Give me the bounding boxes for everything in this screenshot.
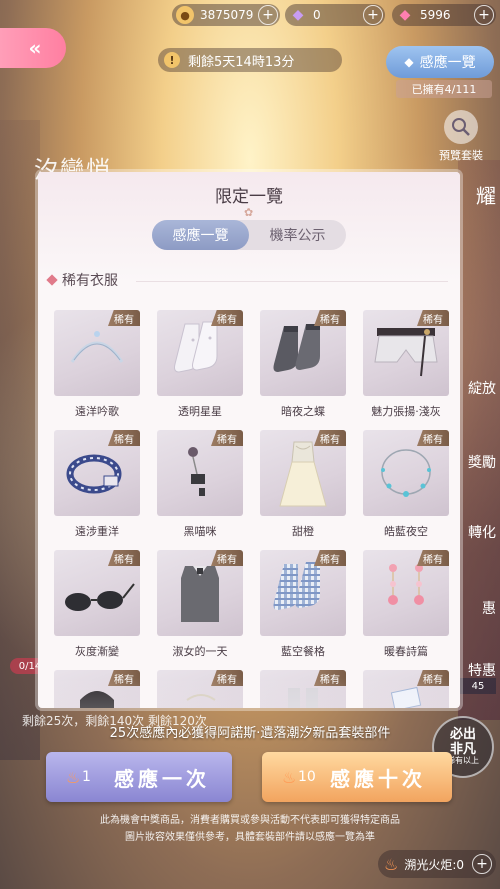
currency-gems: ◆ 0 +: [285, 4, 385, 26]
side-text-5[interactable]: 惠: [482, 598, 496, 618]
tab-probability[interactable]: 機率公示: [249, 220, 346, 250]
add-gems-button[interactable]: +: [363, 5, 383, 25]
item-card[interactable]: 稀有 暖春詩篇: [363, 550, 449, 659]
item-card[interactable]: 稀有 遠涉重洋: [54, 430, 140, 539]
item-card[interactable]: 稀有 遠洋吟歌: [54, 310, 140, 419]
purple-gem-icon: ◆: [292, 7, 304, 23]
item-thumbnail: 稀有: [54, 430, 140, 516]
item-name: 黑喵咪: [183, 525, 217, 538]
disclaimer-line-1: 此為機會中獎商品，消費者購買或參與活動不代表即可獲得特定商品: [100, 815, 400, 826]
item-thumbnail: 稀有: [157, 430, 243, 516]
item-name: 遠涉重洋: [75, 525, 119, 538]
side-text-2[interactable]: 綻放: [468, 378, 496, 398]
item-name: 透明星星: [178, 405, 222, 418]
back-icon: «: [28, 36, 42, 60]
modal-tabs: 感應一覽 機率公示: [152, 220, 346, 250]
item-thumbnail: 稀有: [157, 550, 243, 636]
item-card[interactable]: 稀有 淑女的一天: [157, 550, 243, 659]
summon-once-cost: 1: [82, 769, 91, 785]
diamond-icon: ◆: [404, 55, 414, 69]
item-thumbnail: 稀有: [363, 430, 449, 516]
item-name: 魅力張揚‧淺灰: [371, 405, 441, 418]
torch-counter: ♨ 溯光火炬:0 +: [378, 850, 496, 878]
preview-label: 預覽套裝: [439, 149, 483, 162]
pink-diamond-icon: ◆: [399, 7, 411, 23]
torch-icon: ♨: [66, 767, 81, 787]
disclaimer: 此為機會中獎商品，消費者購買或參與活動不代表即可獲得特定商品 圖片妝容效果僅供參…: [0, 812, 500, 846]
item-card[interactable]: 稀有魅力張揚‧淺灰: [363, 310, 449, 419]
event-timer: ! 剩餘5天14時13分: [158, 48, 342, 72]
add-coins-button[interactable]: +: [258, 5, 278, 25]
timer-text: 剩餘5天14時13分: [188, 54, 295, 70]
summon-list-label: 感應一覽: [419, 55, 476, 71]
item-thumbnail: 稀有: [363, 310, 449, 396]
item-name: 淑女的一天: [172, 645, 228, 658]
currency-diamonds: ◆ 5996 +: [392, 4, 496, 26]
item-card[interactable]: 稀有 皓藍夜空: [363, 430, 449, 539]
item-name: 灰度漸變: [75, 645, 119, 658]
item-name: 皓藍夜空: [384, 525, 428, 538]
disclaimer-line-2: 圖片妝容效果僅供參考，具體套裝部件請以感應一覽為準: [125, 832, 375, 843]
item-thumbnail: 稀有: [260, 430, 346, 516]
modal-title: 限定一覽: [215, 187, 283, 207]
item-card[interactable]: 稀有 黑喵咪: [157, 430, 243, 539]
summon-once-button[interactable]: ♨ 1 感應一次: [46, 752, 232, 802]
badge-line-2: 非凡: [449, 741, 476, 757]
background-right-panel: [458, 160, 500, 720]
item-thumbnail: 稀有: [54, 550, 140, 636]
item-name: 暖春詩篇: [384, 645, 428, 658]
item-thumbnail: 稀有: [157, 310, 243, 396]
badge-line-1: 必出: [449, 727, 476, 743]
summon-ten-label: 感應十次: [330, 766, 426, 791]
scroll-fade: [38, 678, 460, 708]
side-text-6[interactable]: 特惠: [468, 660, 496, 680]
add-torch-button[interactable]: +: [472, 854, 492, 874]
torch-icon: ♨: [384, 854, 399, 874]
preview-outfit-button[interactable]: 預覽套裝: [432, 110, 490, 163]
item-thumbnail: 稀有: [260, 550, 346, 636]
item-card[interactable]: 稀有 藍空餐格: [260, 550, 346, 659]
limited-list-modal: 限定一覽 ✿ 感應一覽 機率公示 稀有衣服 稀有 遠洋吟歌 稀有 透明星星 稀有 暗夜之蝶…: [38, 172, 460, 708]
section-heading: 稀有衣服: [46, 270, 118, 290]
side-text-3[interactable]: 獎勵: [468, 452, 496, 472]
item-thumbnail: 稀有: [260, 310, 346, 396]
item-thumbnail: 稀有: [54, 310, 140, 396]
side-text-1: 耀: [476, 184, 496, 208]
flower-ornament-icon: ✿: [244, 206, 254, 219]
diamond-bullet-icon: [46, 274, 58, 286]
section-title-text: 稀有衣服: [62, 273, 118, 289]
item-name: 甜橙: [292, 525, 314, 538]
item-card[interactable]: 稀有 甜橙: [260, 430, 346, 539]
item-name: 遠洋吟歌: [75, 405, 119, 418]
summon-ten-cost: 10: [298, 769, 316, 785]
cat-coin-icon: ●: [176, 6, 194, 24]
torch-icon: ♨: [282, 767, 297, 787]
gem-value: 0: [313, 8, 321, 22]
back-button[interactable]: «: [0, 28, 66, 68]
section-divider: [136, 281, 448, 282]
modal-header: 限定一覽 ✿ 感應一覽 機率公示: [38, 172, 460, 282]
coin-value: 3875079: [200, 8, 254, 22]
item-name: 暗夜之蝶: [281, 405, 325, 418]
right-side-count: 45: [460, 678, 496, 694]
magnifier-icon: [444, 110, 478, 144]
alert-icon: !: [164, 52, 180, 68]
currency-coins: ● 3875079 +: [172, 4, 280, 26]
owned-count: 已擁有4/111: [396, 80, 492, 98]
tab-summon-list[interactable]: 感應一覽: [152, 220, 249, 250]
item-thumbnail: 稀有: [363, 550, 449, 636]
diamond-value: 5996: [420, 8, 451, 22]
add-diamonds-button[interactable]: +: [474, 5, 494, 25]
item-card[interactable]: 稀有 灰度漸變: [54, 550, 140, 659]
guarantee-text: 25次感應內必獲得阿諾斯‧遺落潮汐新品套裝部件: [109, 726, 391, 741]
side-text-4[interactable]: 轉化: [468, 522, 496, 542]
item-card[interactable]: 稀有 透明星星: [157, 310, 243, 419]
item-name: 藍空餐格: [281, 645, 325, 658]
summon-list-button[interactable]: ◆ 感應一覽: [386, 46, 494, 78]
torch-count: 溯光火炬:0: [404, 857, 465, 872]
summon-ten-button[interactable]: ♨ 10 感應十次: [262, 752, 452, 802]
item-card[interactable]: 稀有 暗夜之蝶: [260, 310, 346, 419]
summon-once-label: 感應一次: [114, 766, 210, 791]
